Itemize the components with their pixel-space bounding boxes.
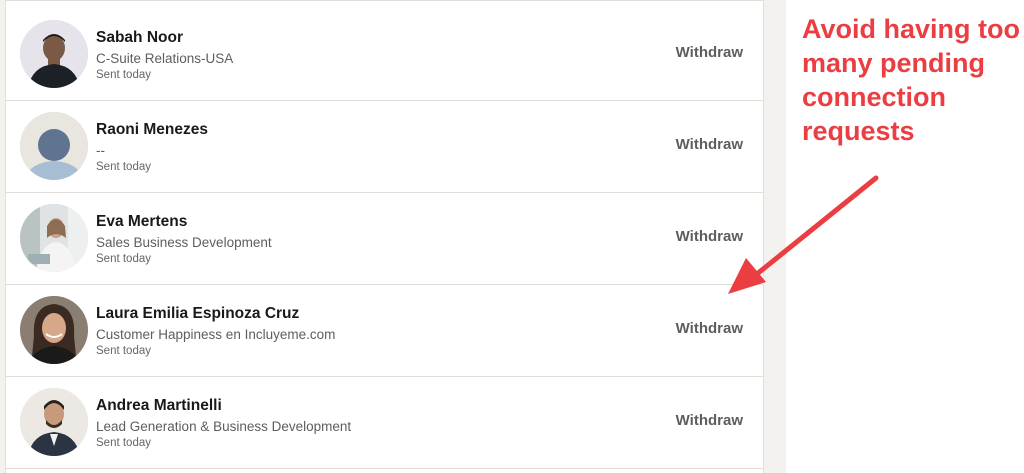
connection-headline: Customer Happiness en Incluyeme.com — [96, 327, 336, 342]
avatar[interactable] — [20, 112, 88, 180]
avatar-icon — [20, 20, 88, 88]
connection-name[interactable]: Andrea Martinelli — [96, 397, 222, 415]
sent-invitations-list: Sabah Noor C-Suite Relations-USA Sent to… — [5, 0, 764, 473]
avatar[interactable] — [20, 204, 88, 272]
sent-status: Sent today — [96, 437, 151, 449]
annotation-text: Avoid having too many pending connection… — [802, 14, 1020, 146]
avatar[interactable] — [20, 388, 88, 456]
sent-status: Sent today — [96, 253, 151, 265]
avatar-placeholder-icon — [20, 112, 88, 180]
withdraw-button[interactable]: Withdraw — [676, 44, 743, 61]
connection-name[interactable]: Eva Mertens — [96, 213, 187, 231]
arrow-icon — [728, 175, 879, 294]
sent-status: Sent today — [96, 69, 151, 81]
invitations-page: Sabah Noor C-Suite Relations-USA Sent to… — [0, 0, 1024, 473]
list-item: Andrea Martinelli Lead Generation & Busi… — [6, 377, 763, 469]
list-item: Laura Emilia Espinoza Cruz Customer Happ… — [6, 285, 763, 377]
sent-status: Sent today — [96, 161, 151, 173]
connection-headline: Sales Business Development — [96, 235, 272, 250]
avatar-icon — [20, 296, 88, 364]
withdraw-button[interactable]: Withdraw — [676, 320, 743, 337]
connection-name[interactable]: Raoni Menezes — [96, 121, 208, 139]
connection-headline: C-Suite Relations-USA — [96, 51, 234, 66]
avatar[interactable] — [20, 296, 88, 364]
sent-status: Sent today — [96, 345, 151, 357]
connection-headline: Lead Generation & Business Development — [96, 419, 352, 434]
connection-name[interactable]: Laura Emilia Espinoza Cruz — [96, 305, 299, 323]
avatar-icon — [20, 388, 88, 456]
list-item: Eva Mertens Sales Business Development S… — [6, 193, 763, 285]
list-item: Sabah Noor C-Suite Relations-USA Sent to… — [6, 9, 763, 101]
avatar-icon — [20, 204, 88, 272]
list-item: Raoni Menezes -- Sent today Withdraw — [6, 101, 763, 193]
connection-headline: -- — [96, 143, 105, 158]
withdraw-button[interactable]: Withdraw — [676, 136, 743, 153]
connection-name[interactable]: Sabah Noor — [96, 29, 183, 47]
avatar[interactable] — [20, 20, 88, 88]
withdraw-button[interactable]: Withdraw — [676, 412, 743, 429]
